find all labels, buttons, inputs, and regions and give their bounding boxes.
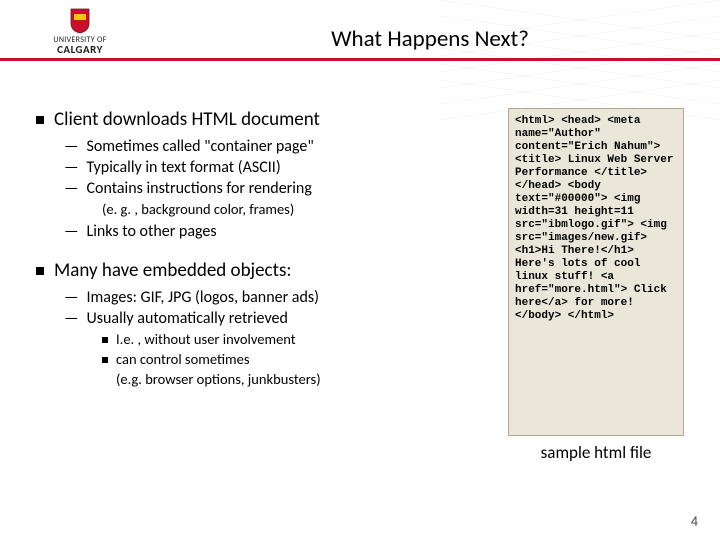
code-caption: sample html file <box>508 442 684 463</box>
square-bullet-small-icon <box>102 337 108 343</box>
section1-sub2: Typically in text format (ASCII) <box>86 158 280 177</box>
sub-bullet: — Sometimes called "container page" <box>64 137 490 156</box>
bullet-section-1: Client downloads HTML document <box>36 108 490 131</box>
sub-bullet: — Usually automatically retrieved <box>64 309 490 328</box>
section1-sub1: Sometimes called "container page" <box>86 137 313 156</box>
section1-sub4: Links to other pages <box>86 222 216 241</box>
sub-bullet: — Typically in text format (ASCII) <box>64 158 490 177</box>
sub-bullet: — Contains instructions for rendering <box>64 179 490 198</box>
code-sample-box: <html> <head> <meta name="Author" conten… <box>508 108 684 436</box>
section1-heading: Client downloads HTML document <box>54 108 320 131</box>
dash-icon: — <box>64 222 78 241</box>
sub-sub-bullet: can control sometimes <box>102 350 490 368</box>
slide-title: What Happens Next? <box>331 25 529 53</box>
dash-icon: — <box>64 309 78 328</box>
square-bullet-icon <box>36 116 44 124</box>
sub-bullet: — Links to other pages <box>64 222 490 241</box>
bullet-section-2: Many have embedded objects: <box>36 259 490 282</box>
page-number: 4 <box>691 513 698 530</box>
dash-icon: — <box>64 179 78 198</box>
section2-sub1: Images: GIF, JPG (logos, banner ads) <box>86 288 318 307</box>
square-bullet-icon <box>36 267 44 275</box>
dash-icon: — <box>64 137 78 156</box>
section1-sub3: Contains instructions for rendering <box>86 179 311 198</box>
sub-sub-bullet: I.e. , without user involvement <box>102 330 490 348</box>
section2-sub2a: I.e. , without user involvement <box>116 330 296 348</box>
section2-sub2: Usually automatically retrieved <box>86 309 287 328</box>
section2-sub2b-note: (e.g. browser options, junkbusters) <box>116 370 490 388</box>
section2-heading: Many have embedded objects: <box>54 259 291 282</box>
dash-icon: — <box>64 288 78 307</box>
sub-bullet: — Images: GIF, JPG (logos, banner ads) <box>64 288 490 307</box>
main-content: Client downloads HTML document — Sometim… <box>36 108 490 463</box>
header-divider <box>0 58 720 61</box>
section2-sub2b: can control sometimes <box>116 350 250 368</box>
section1-sub3-note: (e. g. , background color, frames) <box>102 200 490 218</box>
square-bullet-small-icon <box>102 357 108 363</box>
dash-icon: — <box>64 158 78 177</box>
